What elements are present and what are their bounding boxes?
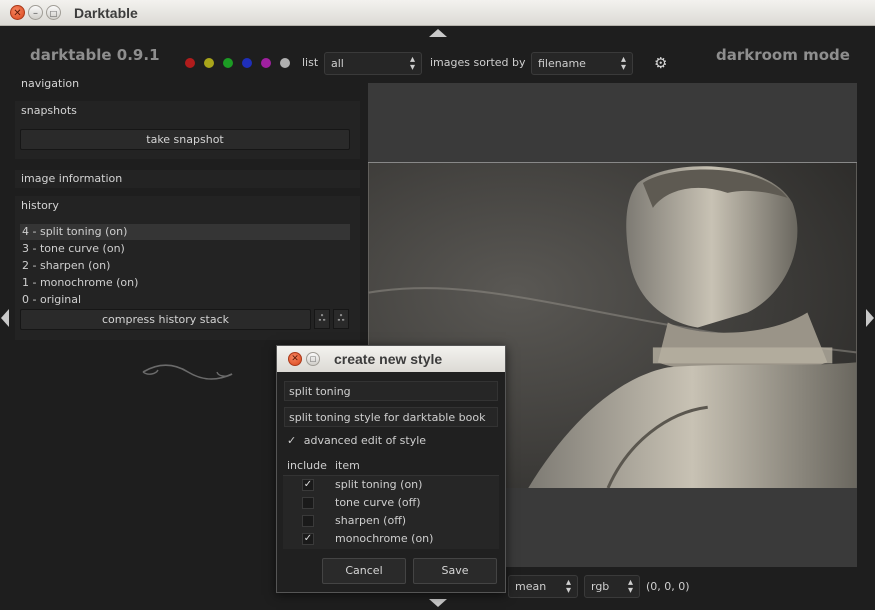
window-titlebar: ✕ – □ Darktable xyxy=(0,0,875,26)
color-label-blue-dot[interactable] xyxy=(242,58,252,68)
collapse-left-panel-arrow-icon[interactable] xyxy=(1,309,9,327)
sort-label: images sorted by xyxy=(430,56,526,69)
style-items-table: ✓ split toning (on) tone curve (off) sha… xyxy=(283,475,499,549)
check-icon: ✓ xyxy=(287,434,297,447)
color-picker-mode-value: mean xyxy=(515,580,547,593)
advanced-edit-checkbox[interactable]: ✓ advanced edit of style xyxy=(287,434,426,447)
color-picker-mode-select[interactable]: mean ▴ ▾ xyxy=(508,575,578,598)
combo-chevron-icon: ▴ ▾ xyxy=(620,54,626,73)
history-header[interactable]: history xyxy=(15,197,360,215)
save-button[interactable]: Save xyxy=(413,558,497,584)
table-row[interactable]: tone curve (off) xyxy=(283,494,499,512)
list-filter-select[interactable]: all ▴ ▾ xyxy=(324,52,422,75)
cancel-button[interactable]: Cancel xyxy=(322,558,406,584)
style-name-field[interactable]: split toning xyxy=(284,381,498,401)
window-close-button[interactable]: ✕ xyxy=(10,5,25,20)
advanced-edit-label: advanced edit of style xyxy=(303,434,427,447)
dialog-titlebar: ✕ □ create new style xyxy=(277,346,505,372)
window-minimize-button[interactable]: – xyxy=(28,5,43,20)
item-label: split toning (on) xyxy=(335,478,423,491)
list-filter-label: list xyxy=(302,56,319,69)
image-information-header[interactable]: image information xyxy=(15,170,360,188)
combo-chevron-icon: ▴ ▾ xyxy=(627,577,633,596)
collapse-bottom-panel-arrow-icon[interactable] xyxy=(429,599,447,607)
gear-icon[interactable]: ⚙ xyxy=(654,54,667,72)
take-snapshot-button[interactable]: take snapshot xyxy=(20,129,350,150)
history-style-icon[interactable]: ஃ xyxy=(314,309,330,329)
window-title: Darktable xyxy=(74,5,138,21)
include-checkbox[interactable] xyxy=(302,515,314,527)
history-item[interactable]: 2 - sharpen (on) xyxy=(20,258,350,274)
dialog-title: create new style xyxy=(334,351,443,367)
color-label-green-dot[interactable] xyxy=(223,58,233,68)
dialog-maximize-button[interactable]: □ xyxy=(306,352,320,366)
window-maximize-button[interactable]: □ xyxy=(46,5,61,20)
colorspace-select[interactable]: rgb ▴ ▾ xyxy=(584,575,640,598)
navigation-header[interactable]: navigation xyxy=(15,75,360,93)
style-description-field[interactable]: split toning style for darktable book xyxy=(284,407,498,427)
include-checkbox[interactable] xyxy=(302,497,314,509)
history-item[interactable]: 4 - split toning (on) xyxy=(20,224,350,240)
color-label-purple-dot[interactable] xyxy=(261,58,271,68)
item-label: sharpen (off) xyxy=(335,514,407,527)
collapse-top-panel-arrow-icon[interactable] xyxy=(429,29,447,37)
create-style-icon[interactable]: ஃ xyxy=(333,309,349,329)
pixel-value-readout: (0, 0, 0) xyxy=(646,580,690,593)
color-label-yellow-dot[interactable] xyxy=(204,58,214,68)
item-label: monochrome (on) xyxy=(335,532,434,545)
compress-history-button[interactable]: compress history stack xyxy=(20,309,311,330)
combo-chevron-icon: ▴ ▾ xyxy=(565,577,571,596)
item-label: tone curve (off) xyxy=(335,496,421,509)
colorspace-value: rgb xyxy=(591,580,610,593)
history-item[interactable]: 1 - monochrome (on) xyxy=(20,275,350,291)
color-label-red-dot[interactable] xyxy=(185,58,195,68)
dialog-close-button[interactable]: ✕ xyxy=(288,352,302,366)
combo-chevron-icon: ▴ ▾ xyxy=(409,54,415,73)
panel-ornament-icon xyxy=(142,364,233,380)
table-row[interactable]: ✓ split toning (on) xyxy=(283,476,499,494)
table-row[interactable]: ✓ monochrome (on) xyxy=(283,530,499,548)
include-checkbox[interactable]: ✓ xyxy=(302,479,314,491)
sort-value: filename xyxy=(538,57,586,70)
history-item[interactable]: 3 - tone curve (on) xyxy=(20,241,350,257)
app-name-label: darktable 0.9.1 xyxy=(30,46,160,64)
color-label-gray-dot[interactable] xyxy=(280,58,290,68)
collapse-right-panel-arrow-icon[interactable] xyxy=(866,309,874,327)
table-row[interactable]: sharpen (off) xyxy=(283,512,499,530)
sort-select[interactable]: filename ▴ ▾ xyxy=(531,52,633,75)
list-filter-value: all xyxy=(331,57,344,70)
view-mode-label[interactable]: darkroom mode xyxy=(716,46,850,64)
snapshots-header[interactable]: snapshots xyxy=(15,102,360,120)
history-item[interactable]: 0 - original xyxy=(20,292,350,308)
item-column-header[interactable]: item xyxy=(335,459,360,472)
create-style-dialog: ✕ □ create new style split toning split … xyxy=(276,345,506,593)
include-checkbox[interactable]: ✓ xyxy=(302,533,314,545)
include-column-header[interactable]: include xyxy=(287,459,327,472)
